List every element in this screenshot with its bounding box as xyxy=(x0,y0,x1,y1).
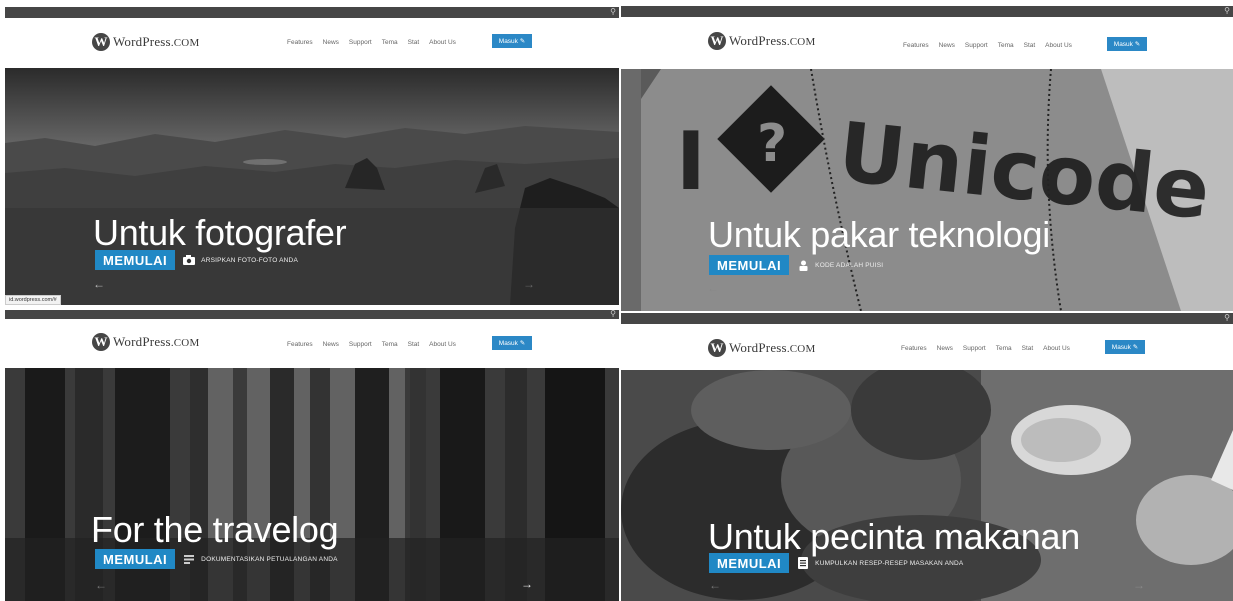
logo-text: WordPress.COM xyxy=(729,340,816,355)
nav-about-us[interactable]: About Us xyxy=(429,340,456,349)
key-icon: ✎ xyxy=(519,340,526,347)
cta-row: MEMULAI KUMPULKAN RESEP-RESEP MASAKAN AN… xyxy=(709,553,963,573)
logo-text: WordPress.COM xyxy=(113,334,200,349)
slide-caption: KUMPULKAN RESEP-RESEP MASAKAN ANDA xyxy=(815,559,964,567)
prev-arrow-icon[interactable]: ← xyxy=(95,578,107,592)
nav-features[interactable]: Features xyxy=(901,344,927,353)
wordpress-icon: W xyxy=(708,339,726,357)
main-nav: Features News Support Tema Stat About Us xyxy=(287,340,466,349)
nav-about-us[interactable]: About Us xyxy=(1045,41,1072,50)
panel-technologist: ⚲ W WordPress.COM Features News Support … xyxy=(621,6,1233,311)
key-icon: ✎ xyxy=(519,38,526,45)
magnifier-icon[interactable]: ⚲ xyxy=(610,7,616,17)
document-icon xyxy=(183,553,195,565)
get-started-button[interactable]: MEMULAI xyxy=(95,549,176,569)
prev-arrow-icon[interactable]: ← xyxy=(93,277,105,291)
magnifier-icon[interactable]: ⚲ xyxy=(610,310,616,318)
next-arrow-icon[interactable]: → xyxy=(523,277,535,291)
recipe-icon xyxy=(797,557,809,569)
login-button[interactable]: Masuk ✎ xyxy=(492,34,532,48)
hero-slide: For the travelog MEMULAI DOKUMENTASIKAN … xyxy=(5,368,619,601)
hero-slide: Untuk fotografer MEMULAI ARSIPKAN FOTO-F… xyxy=(5,68,619,305)
nav-news[interactable]: News xyxy=(937,344,953,353)
slide-headline: For the travelog xyxy=(91,509,339,550)
nav-features[interactable]: Features xyxy=(287,38,313,47)
main-nav: Features News Support Tema Stat About Us xyxy=(287,38,466,47)
panel-travelog: ⚲ W WordPress.COM Features News Support … xyxy=(5,310,619,601)
svg-text:I: I xyxy=(676,115,706,208)
slide-caption: ARSIPKAN FOTO-FOTO ANDA xyxy=(201,256,298,264)
nav-news[interactable]: News xyxy=(939,41,955,50)
prev-arrow-icon[interactable]: ← xyxy=(707,281,719,295)
get-started-button[interactable]: MEMULAI xyxy=(709,255,790,275)
nav-features[interactable]: Features xyxy=(903,41,929,50)
panel-food-lover: ⚲ W WordPress.COM Features News Support … xyxy=(621,313,1233,601)
nav-news[interactable]: News xyxy=(323,340,339,349)
magnifier-icon[interactable]: ⚲ xyxy=(1224,6,1230,16)
nav-stat[interactable]: Stat xyxy=(1022,344,1034,353)
nav-features[interactable]: Features xyxy=(287,340,313,349)
masthead: W WordPress.COM Features News Support Te… xyxy=(621,324,1233,371)
nav-tema[interactable]: Tema xyxy=(998,41,1014,50)
wordpress-icon: W xyxy=(708,32,726,50)
nav-tema[interactable]: Tema xyxy=(996,344,1012,353)
login-button[interactable]: Masuk ✎ xyxy=(1107,37,1147,51)
cta-row: MEMULAI ARSIPKAN FOTO-FOTO ANDA xyxy=(95,250,298,270)
masthead: W WordPress.COM Features News Support Te… xyxy=(5,319,619,369)
slide-headline: Untuk fotografer xyxy=(93,212,347,253)
wordpress-logo[interactable]: W WordPress.COM xyxy=(92,333,199,351)
nav-support[interactable]: Support xyxy=(349,38,372,47)
logo-text: WordPress.COM xyxy=(113,34,200,49)
get-started-button[interactable]: MEMULAI xyxy=(95,250,176,270)
wordpress-logo[interactable]: W WordPress.COM xyxy=(708,32,815,50)
nav-tema[interactable]: Tema xyxy=(382,38,398,47)
admin-bar: ⚲ xyxy=(621,6,1233,17)
person-icon xyxy=(797,259,809,271)
login-button[interactable]: Masuk ✎ xyxy=(1105,340,1145,354)
admin-bar: ⚲ xyxy=(621,313,1233,324)
hero-slide: Untuk pecinta makanan MEMULAI KUMPULKAN … xyxy=(621,370,1233,601)
cta-row: MEMULAI KODE ADALAH PUISI xyxy=(709,255,883,275)
nav-news[interactable]: News xyxy=(323,38,339,47)
admin-bar: ⚲ xyxy=(5,7,619,18)
slide-headline: Untuk pakar teknologi xyxy=(708,214,1050,255)
nav-stat[interactable]: Stat xyxy=(408,38,420,47)
prev-arrow-icon[interactable]: ← xyxy=(709,578,721,592)
wordpress-icon: W xyxy=(92,333,110,351)
wordpress-logo[interactable]: W WordPress.COM xyxy=(92,33,199,51)
wordpress-logo[interactable]: W WordPress.COM xyxy=(708,339,815,357)
hero-slide: I ? Unicode Untuk pakar teknologi MEMULA… xyxy=(621,69,1233,311)
nav-tema[interactable]: Tema xyxy=(382,340,398,349)
nav-about-us[interactable]: About Us xyxy=(1043,344,1070,353)
wordpress-icon: W xyxy=(92,33,110,51)
nav-stat[interactable]: Stat xyxy=(1024,41,1036,50)
slide-caption: KODE ADALAH PUISI xyxy=(815,261,884,269)
login-button[interactable]: Masuk ✎ xyxy=(492,336,532,350)
masthead: W WordPress.COM Features News Support Te… xyxy=(5,18,619,69)
next-arrow-icon[interactable]: → xyxy=(521,577,533,591)
camera-icon xyxy=(183,254,196,266)
key-icon: ✎ xyxy=(1134,41,1141,48)
main-nav: Features News Support Tema Stat About Us xyxy=(903,41,1082,50)
nav-support[interactable]: Support xyxy=(965,41,988,50)
key-icon: ✎ xyxy=(1132,344,1139,351)
slide-caption: DOKUMENTASIKAN PETUALANGAN ANDA xyxy=(201,555,338,563)
status-bar-url: id.wordpress.com/# xyxy=(5,295,61,305)
masthead: W WordPress.COM Features News Support Te… xyxy=(621,17,1233,70)
logo-text: WordPress.COM xyxy=(729,33,816,48)
magnifier-icon[interactable]: ⚲ xyxy=(1224,313,1230,323)
nav-about-us[interactable]: About Us xyxy=(429,38,456,47)
nav-support[interactable]: Support xyxy=(349,340,372,349)
nav-stat[interactable]: Stat xyxy=(408,340,420,349)
next-arrow-icon[interactable]: → xyxy=(1133,578,1145,592)
svg-text:?: ? xyxy=(757,114,787,174)
nav-support[interactable]: Support xyxy=(963,344,986,353)
slide-headline: Untuk pecinta makanan xyxy=(708,516,1080,557)
panel-photographer: ⚲ W WordPress.COM Features News Support … xyxy=(5,7,619,305)
admin-bar: ⚲ xyxy=(5,310,619,319)
cta-row: MEMULAI DOKUMENTASIKAN PETUALANGAN ANDA xyxy=(95,549,338,569)
get-started-button[interactable]: MEMULAI xyxy=(709,553,790,573)
main-nav: Features News Support Tema Stat About Us xyxy=(901,344,1080,353)
